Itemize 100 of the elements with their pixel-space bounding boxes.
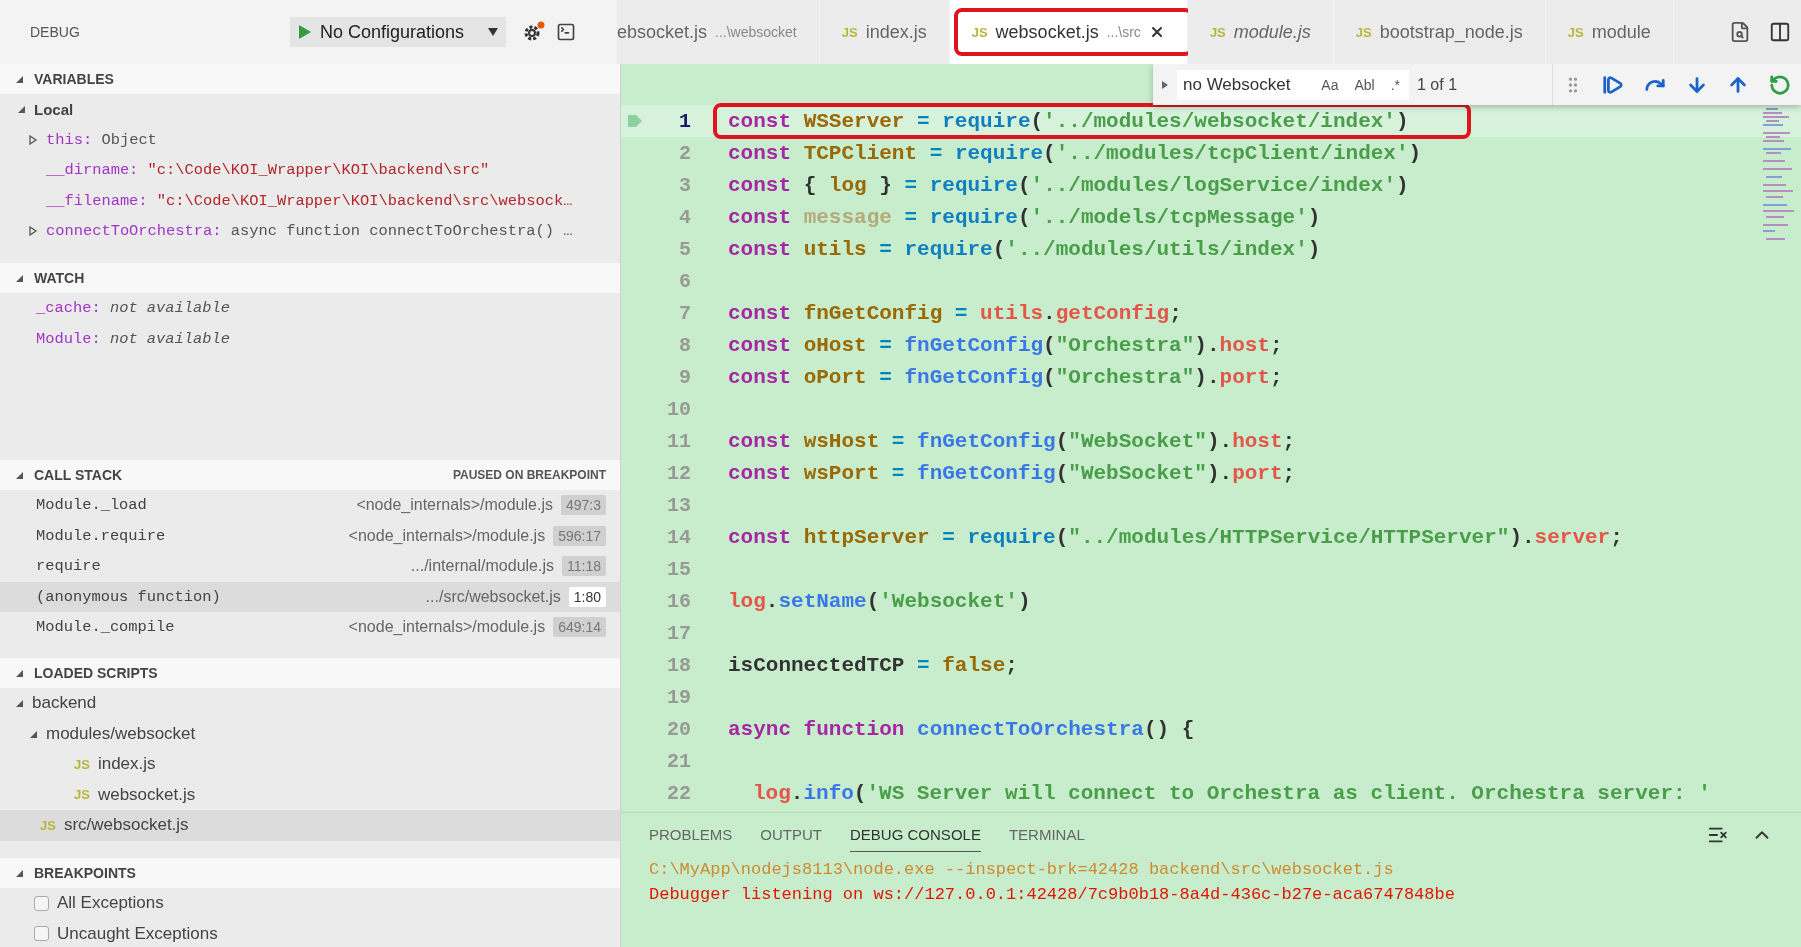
match-count: 1 of 1 bbox=[1417, 75, 1458, 94]
panel-tab[interactable]: PROBLEMS bbox=[649, 818, 733, 852]
editor-tab[interactable]: JS module.js bbox=[1187, 0, 1334, 64]
code-line: const WSServer = require('../modules/websocket/index') bbox=[728, 109, 1409, 133]
line-number: 22 bbox=[666, 781, 691, 805]
line-number: 13 bbox=[666, 493, 691, 517]
tree-item[interactable]: JS websocket.js bbox=[0, 779, 620, 810]
line-number: 16 bbox=[666, 589, 691, 613]
js-file-icon: JS bbox=[1355, 24, 1372, 40]
file-search-icon[interactable] bbox=[1729, 21, 1751, 43]
restart-icon[interactable] bbox=[1769, 73, 1792, 96]
section-title: LOADED SCRIPTS bbox=[34, 665, 159, 681]
line-number: 11 bbox=[666, 429, 691, 453]
section-title: WATCH bbox=[34, 270, 86, 286]
line-number: 1 bbox=[678, 109, 691, 133]
gear-icon[interactable] bbox=[522, 21, 547, 43]
tab-label: module bbox=[1591, 21, 1651, 43]
line-number: 5 bbox=[678, 237, 691, 261]
code-line: const { log } = require('../modules/logService/index') bbox=[728, 173, 1409, 197]
tree-item[interactable]: modules/websocket bbox=[0, 718, 620, 749]
line-number: 9 bbox=[678, 365, 691, 389]
console-icon[interactable] bbox=[556, 22, 577, 42]
checkbox[interactable] bbox=[34, 895, 49, 911]
watch-row[interactable]: Module: not available bbox=[0, 323, 620, 354]
section-title: BREAKPOINTS bbox=[34, 865, 137, 881]
js-file-icon: JS bbox=[74, 787, 90, 803]
stack-frame[interactable]: require .../internal/module.js 11:18 bbox=[0, 551, 620, 582]
stack-frame[interactable]: Module._load <node_internals>/module.js 497:3 bbox=[0, 490, 620, 521]
continue-icon[interactable] bbox=[1602, 73, 1625, 96]
tab-label: ebsocket.js bbox=[617, 21, 708, 43]
code-line: const message = require('../models/tcpMessage') bbox=[728, 205, 1321, 229]
code-line: const httpServer = require("../modules/HTTPService/HTTPServer").server; bbox=[728, 525, 1623, 549]
caret-icon bbox=[488, 28, 499, 36]
stack-frame[interactable]: (anonymous function) .../src/websocket.js 1:80 bbox=[0, 581, 620, 612]
breakpoint-row[interactable]: All Exceptions bbox=[0, 888, 620, 919]
tab-label: websocket.js bbox=[995, 21, 1099, 43]
configuration-select[interactable]: No Configurations bbox=[290, 17, 507, 47]
js-file-icon: JS bbox=[841, 24, 858, 40]
line-number: 2 bbox=[678, 141, 691, 165]
variable-row[interactable]: this: Object bbox=[0, 124, 620, 155]
variable-row[interactable]: connectToOrchestra: async function connectToOrchestra() … bbox=[0, 216, 620, 247]
line-number: 10 bbox=[666, 397, 691, 421]
tree-item[interactable]: JS index.js bbox=[0, 749, 620, 780]
collapse-icon[interactable] bbox=[14, 74, 24, 84]
sidebar-title: DEBUG bbox=[30, 24, 81, 40]
code-line: const wsPort = fnGetConfig("WebSocket").port; bbox=[728, 461, 1296, 485]
stack-frame[interactable]: Module.require <node_internals>/module.js 596:17 bbox=[0, 520, 620, 551]
collapse-icon[interactable] bbox=[14, 668, 24, 678]
panel-tab[interactable]: DEBUG CONSOLE bbox=[850, 818, 981, 852]
line-number: 4 bbox=[678, 205, 691, 229]
twisty-icon[interactable] bbox=[28, 134, 38, 145]
line-number: 20 bbox=[666, 717, 691, 741]
editor-tab[interactable]: ebsocket.js ...\websocket bbox=[617, 0, 820, 64]
find-option[interactable]: .* bbox=[1387, 74, 1403, 95]
stack-frame[interactable]: Module._compile <node_internals>/module.js 649:14 bbox=[0, 612, 620, 643]
line-number: 17 bbox=[666, 621, 691, 645]
js-file-icon: JS bbox=[40, 817, 56, 833]
collapse-icon[interactable] bbox=[14, 470, 24, 480]
console-line: C:\MyApp\nodejs8113\node.exe --inspect-brk=42428 backend\src\websocket.js bbox=[649, 859, 1395, 881]
variable-row[interactable]: __filename: "c:\Code\KOI_Wrapper\KOI\backend\src\websock… bbox=[0, 185, 620, 216]
code-line: const oPort = fnGetConfig("Orchestra").port; bbox=[728, 365, 1283, 389]
paused-arrow-icon bbox=[627, 114, 643, 128]
line-number: 21 bbox=[666, 749, 691, 773]
panel-tab[interactable]: OUTPUT bbox=[760, 818, 823, 852]
line-number: 19 bbox=[666, 685, 691, 709]
section-title: CALL STACK bbox=[34, 467, 124, 483]
code-line: const fnGetConfig = utils.getConfig; bbox=[728, 301, 1182, 325]
js-file-icon: JS bbox=[74, 756, 90, 772]
code-line: const utils = require('../modules/utils/index') bbox=[728, 237, 1321, 261]
scope-row[interactable]: Local bbox=[0, 94, 620, 125]
code-line: async function connectToOrchestra() { bbox=[728, 717, 1195, 741]
collapse-icon[interactable] bbox=[14, 868, 24, 878]
twisty-icon[interactable] bbox=[14, 698, 24, 709]
panel-tab[interactable]: TERMINAL bbox=[1008, 818, 1085, 852]
line-number: 18 bbox=[666, 653, 691, 677]
section-title: VARIABLES bbox=[34, 71, 115, 87]
find-option[interactable]: Aa bbox=[1318, 74, 1342, 95]
play-icon bbox=[298, 24, 312, 40]
find-field[interactable]: no Websocket Aa Abl .* bbox=[1177, 69, 1409, 100]
watch-row[interactable]: _cache: not available bbox=[0, 293, 620, 324]
js-file-icon: JS bbox=[1567, 24, 1584, 40]
line-number: 15 bbox=[666, 557, 691, 581]
expand-icon[interactable] bbox=[1161, 79, 1169, 90]
collapse-icon[interactable] bbox=[14, 273, 24, 283]
code-line: log.info('WS Server will connect to Orchestra as client. Orchestra server: ' bbox=[752, 781, 1711, 805]
code-line: const oHost = fnGetConfig("Orchestra").host; bbox=[728, 333, 1283, 357]
twisty-icon[interactable] bbox=[16, 104, 26, 115]
split-editor-icon[interactable] bbox=[1769, 21, 1791, 43]
line-number: 8 bbox=[678, 333, 691, 357]
tree-item[interactable]: JS src/websocket.js bbox=[0, 810, 620, 841]
breakpoint-row[interactable]: Uncaught Exceptions bbox=[0, 918, 620, 947]
editor-tab[interactable]: JS websocket.js ...\src bbox=[949, 0, 1188, 64]
tree-item[interactable]: backend bbox=[0, 688, 620, 719]
tab-description: ...\websocket bbox=[715, 24, 797, 40]
twisty-icon[interactable] bbox=[28, 226, 38, 237]
checkbox[interactable] bbox=[34, 926, 49, 942]
code-line: log.setName('Websocket') bbox=[728, 589, 1031, 613]
find-option[interactable]: Abl bbox=[1351, 74, 1378, 95]
tab-label: index.js bbox=[865, 21, 927, 43]
variable-row[interactable]: __dirname: "c:\Code\KOI_Wrapper\KOI\backend\src" bbox=[0, 155, 620, 186]
